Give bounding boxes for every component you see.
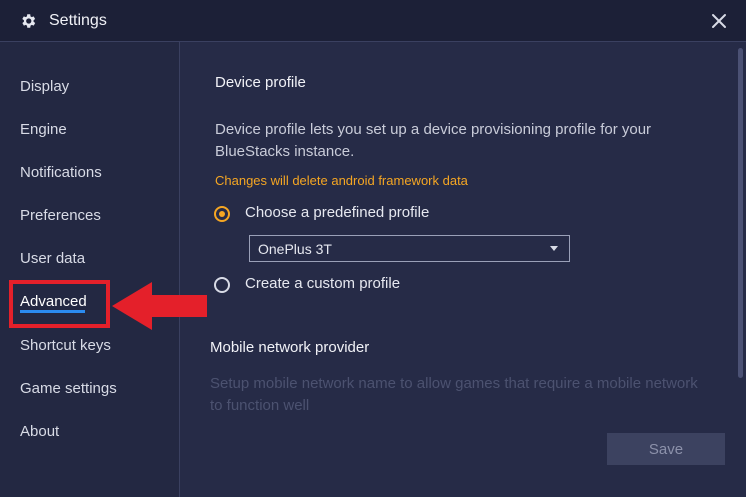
predefined-profile-radio[interactable] (214, 206, 230, 222)
content-scrollbar[interactable] (737, 42, 746, 497)
device-profile-title: Device profile (215, 74, 306, 91)
device-profile-description: Device profile lets you set up a device … (215, 121, 652, 160)
sidebar-item-game-settings[interactable]: Game settings (20, 380, 117, 397)
settings-content: Device profile Device profile lets you s… (180, 42, 746, 497)
device-profile-select-value: OnePlus 3T (258, 241, 332, 257)
sidebar-item-engine[interactable]: Engine (20, 121, 67, 138)
predefined-profile-label: Choose a predefined profile (245, 204, 430, 221)
sidebar-item-notifications[interactable]: Notifications (20, 164, 102, 181)
custom-profile-radio[interactable] (214, 277, 230, 293)
save-button[interactable]: Save (607, 433, 725, 465)
gear-icon (22, 14, 36, 28)
sidebar-item-user-data[interactable]: User data (20, 250, 85, 267)
chevron-down-icon (550, 246, 558, 251)
close-icon[interactable] (708, 10, 730, 32)
device-profile-warning: Changes will delete android framework da… (215, 173, 468, 188)
sidebar-item-preferences[interactable]: Preferences (20, 207, 101, 224)
annotation-highlight-box (9, 280, 110, 328)
scrollbar-thumb[interactable] (738, 48, 743, 378)
title-bar: Settings (0, 0, 746, 42)
mobile-network-title: Mobile network provider (210, 339, 370, 356)
sidebar-item-shortcut-keys[interactable]: Shortcut keys (20, 337, 111, 354)
sidebar-item-display[interactable]: Display (20, 78, 69, 95)
device-profile-select[interactable]: OnePlus 3T (249, 235, 570, 262)
custom-profile-label: Create a custom profile (245, 275, 401, 292)
mobile-network-description: Setup mobile network name to allow games… (210, 375, 698, 414)
settings-sidebar: Display Engine Notifications Preferences… (0, 42, 180, 497)
window-title: Settings (49, 12, 107, 29)
sidebar-item-about[interactable]: About (20, 423, 59, 440)
